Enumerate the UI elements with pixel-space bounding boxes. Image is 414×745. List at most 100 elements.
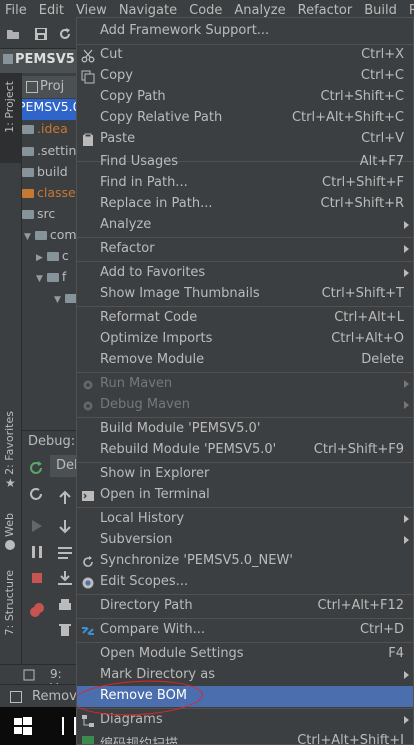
folder-icon [46, 273, 59, 282]
menu-item-shortcut: Ctrl+D [359, 622, 404, 637]
menu-item-add-to-favorites[interactable]: Add to Favorites [77, 263, 413, 284]
menu-file[interactable]: File [0, 0, 33, 22]
task-view-icon[interactable] [62, 717, 76, 735]
menu-item-copy-path[interactable]: Copy Path Ctrl+Shift+C [77, 87, 413, 108]
menu-item-label: Paste [100, 131, 136, 146]
menu-item-open-module-settings[interactable]: Open Module Settings F4 [77, 644, 413, 665]
tree-row[interactable]: classes [22, 185, 76, 206]
menu-item-shortcut: Ctrl+Alt+L [334, 310, 404, 325]
status-toggle-icon[interactable] [10, 691, 22, 703]
menu-item-label: Add to Favorites [100, 265, 206, 280]
tree-row[interactable]: build [22, 164, 68, 185]
tree-label: f [61, 269, 67, 284]
frames-icon[interactable] [56, 543, 74, 561]
menu-item-replace-in-path[interactable]: Replace in Path... Ctrl+Shift+R [77, 194, 413, 215]
copy-icon [81, 70, 95, 84]
proj-subtab-label: Proj [40, 79, 65, 94]
delete-icon[interactable] [56, 621, 74, 639]
menu-item-shortcut: Ctrl+Alt+Shift+J [297, 733, 404, 745]
menu-item-add-framework-support[interactable]: Add Framework Support... [77, 21, 413, 42]
step-into-icon[interactable] [56, 569, 74, 587]
resume-icon[interactable] [28, 517, 46, 535]
menu-item-compare-with[interactable]: Compare With... Ctrl+D [77, 620, 413, 641]
menu-item-directory-path[interactable]: Directory Path Ctrl+Alt+F12 [77, 596, 413, 617]
menu-item-find-usages[interactable]: Find Usages Alt+F7 [77, 152, 413, 173]
pause-icon[interactable] [28, 543, 46, 561]
menu-item-paste[interactable]: Paste Ctrl+V [77, 129, 413, 150]
menu-item-subversion[interactable]: Subversion [77, 530, 413, 551]
sync-icon [81, 555, 95, 569]
paste-icon [81, 133, 95, 147]
menu-item-build-module[interactable]: Build Module 'PEMSV5.0' [77, 419, 413, 440]
menu-item-refactor[interactable]: Refactor [77, 239, 413, 260]
stop-icon[interactable] [28, 569, 46, 587]
menu-item-synchronize[interactable]: Synchronize 'PEMSV5.0_NEW' [77, 551, 413, 572]
folder-icon [22, 168, 34, 177]
menu-item-label: Find in Path... [100, 175, 188, 190]
menu-item-cut[interactable]: Cut Ctrl+X [77, 45, 413, 66]
step-up-icon[interactable] [56, 489, 74, 507]
refresh-icon[interactable] [28, 485, 46, 503]
menu-item-remove-module[interactable]: Remove Module Delete [77, 350, 413, 371]
tab-project[interactable]: 1: Project [3, 81, 16, 133]
project-tree: Proj PEMSV5.0 .idea .setting build class… [22, 73, 76, 430]
menu-item-label: 编码规约扫描 [100, 737, 179, 745]
menu-item-code-scan[interactable]: 编码规约扫描 Ctrl+Alt+Shift+J [77, 731, 413, 745]
tab-structure[interactable]: 7: Structure [3, 570, 16, 635]
menu-edit[interactable]: Edit [33, 0, 70, 22]
windows-taskbar [0, 707, 76, 745]
tab-favorites[interactable]: 2: Favorites [3, 411, 16, 475]
menu-item-local-history[interactable]: Local History [77, 509, 413, 530]
menu-item-label: Debug Maven [100, 397, 190, 412]
debug-subtab[interactable]: Deb [50, 455, 82, 477]
save-icon[interactable] [34, 27, 48, 41]
menu-item-show-in-explorer[interactable]: Show in Explorer [77, 464, 413, 485]
menu-item-shortcut: Ctrl+Alt+F12 [317, 598, 404, 613]
menu-item-show-image-thumbnails[interactable]: Show Image Thumbnails Ctrl+Shift+T [77, 284, 413, 305]
project-folder-icon [3, 54, 13, 64]
menu-item-edit-scopes[interactable]: Edit Scopes... [77, 572, 413, 593]
tree-row[interactable]: src [22, 206, 55, 227]
folder-icon [22, 189, 34, 198]
menu-item-label: Refactor [100, 241, 155, 256]
menu-item-analyze[interactable]: Analyze [77, 215, 413, 236]
open-folder-icon[interactable] [6, 27, 20, 41]
step-down-icon[interactable] [56, 517, 74, 535]
menu-item-open-in-terminal[interactable]: Open in Terminal [77, 485, 413, 506]
tree-row[interactable]: .idea [22, 121, 68, 142]
menu-item-copy[interactable]: Copy Ctrl+C [77, 66, 413, 87]
tree-row[interactable]: .setting [22, 143, 76, 164]
menu-item-shortcut: Ctrl+Shift+C [320, 89, 404, 104]
tree-row[interactable]: ▼ [54, 290, 76, 311]
menu-item-optimize-imports[interactable]: Optimize Imports Ctrl+Alt+O [77, 329, 413, 350]
menu-item-rebuild-module[interactable]: Rebuild Module 'PEMSV5.0' Ctrl+Shift+F9 [77, 440, 413, 461]
menu-item-find-in-path[interactable]: Find in Path... Ctrl+Shift+F [77, 173, 413, 194]
menu-item-debug-maven[interactable]: Debug Maven [77, 395, 413, 416]
layout-icon[interactable] [22, 668, 36, 682]
proj-subtab[interactable]: Proj [22, 76, 76, 98]
tree-label: classes [37, 185, 76, 200]
refresh-icon[interactable] [58, 27, 72, 41]
tree-root-label: PEMSV5.0 [22, 99, 76, 114]
menu-item-copy-relative-path[interactable]: Copy Relative Path Ctrl+Alt+Shift+C [77, 108, 413, 129]
print-icon[interactable] [56, 597, 74, 615]
menu-item-label: Directory Path [100, 598, 193, 613]
menu-item-run-maven[interactable]: Run Maven [77, 374, 413, 395]
menu-item-label: Synchronize 'PEMSV5.0_NEW' [100, 553, 293, 568]
menu-item-label: Edit Scopes... [100, 574, 189, 589]
tree-row[interactable]: ▼ com [24, 227, 76, 248]
tab-web[interactable]: Web [3, 513, 16, 537]
project-header[interactable]: PEMSV5 [0, 49, 76, 73]
menu-item-label: Cut [100, 47, 123, 62]
tree-row[interactable]: ▶ c [36, 248, 69, 269]
rerun-icon[interactable] [28, 459, 46, 477]
breakpoints-icon[interactable] [28, 601, 46, 619]
tree-label: com [49, 227, 76, 242]
submenu-arrow-icon [404, 401, 409, 409]
menu-item-label: Open in Terminal [100, 487, 210, 502]
windows-start-icon[interactable] [14, 717, 32, 735]
tree-row[interactable]: ▼ f [36, 269, 66, 290]
tree-root-row[interactable]: PEMSV5.0 [22, 99, 76, 120]
menu-item-reformat-code[interactable]: Reformat Code Ctrl+Alt+L [77, 308, 413, 329]
expand-arrow-icon: ▶ [36, 253, 43, 263]
